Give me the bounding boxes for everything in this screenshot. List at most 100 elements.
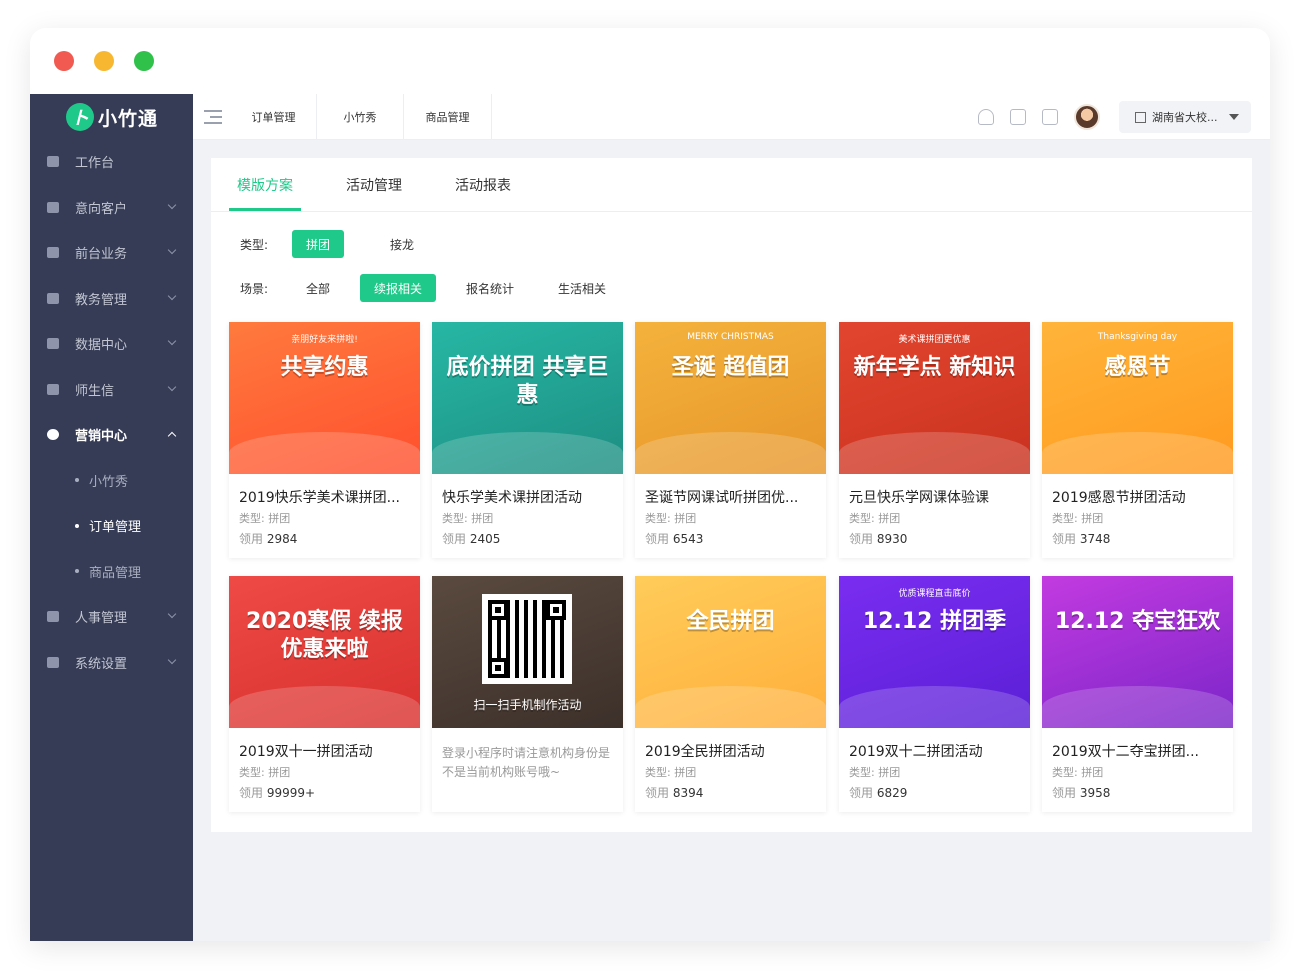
maximize-window-button[interactable] [134, 51, 154, 71]
illustration-decoration [839, 686, 1030, 728]
type-option-relay[interactable]: 接龙 [376, 230, 428, 258]
building-icon [1135, 111, 1146, 123]
top-bar: 订单管理 小竹秀 商品管理 湖南省大校... [193, 94, 1270, 140]
template-thumbnail: 2020寒假 续报优惠来啦 [229, 576, 420, 728]
template-usage-count: 领用 8394 [645, 784, 703, 801]
template-card[interactable]: 亲朋好友来拼啦! 共享约惠 2019快乐学美术课拼团... 类型: 拼团 领用 2984 [229, 322, 420, 558]
template-type: 类型: 拼团 [1052, 766, 1104, 779]
template-thumbnail: 全民拼团 [635, 576, 826, 728]
template-type: 类型: 拼团 [442, 512, 494, 525]
sidebar-item-prospects[interactable]: 意向客户 [30, 185, 193, 231]
template-art-title: 12.12 夺宝狂欢 [1054, 609, 1221, 634]
sidebar-subitem-xiaozhuxiu[interactable]: 小竹秀 [30, 458, 193, 504]
sidebar-subitem-products[interactable]: 商品管理 [30, 549, 193, 595]
sidebar-item-messages[interactable]: 师生信 [30, 367, 193, 413]
tab-activity-report[interactable]: 活动报表 [455, 158, 511, 212]
illustration-decoration [229, 686, 420, 728]
template-title: 2019双十二夺宝拼团... [1052, 744, 1199, 760]
template-card[interactable]: 全民拼团 2019全民拼团活动 类型: 拼团 领用 8394 [635, 576, 826, 812]
type-option-group-buy[interactable]: 拼团 [292, 230, 345, 258]
login-notice: 登录小程序时请注意机构身份是不是当前机构账号哦~ [442, 746, 611, 779]
template-card[interactable]: MERRY CHRISTMAS 圣诞 超值团 圣诞节网课试听拼团优... 类型: 拼团… [635, 322, 826, 558]
tab-activity-management[interactable]: 活动管理 [346, 158, 402, 212]
template-type: 类型: 拼团 [849, 766, 901, 779]
collapse-menu-icon[interactable] [204, 110, 222, 124]
template-usage-count: 领用 3958 [1052, 784, 1110, 801]
sidebar-item-label: 人事管理 [75, 611, 128, 627]
template-art-title: 全民拼团 [686, 609, 775, 634]
window-titlebar [30, 28, 1270, 94]
top-tab-products[interactable]: 商品管理 [404, 94, 492, 140]
template-title: 2019双十一拼团活动 [239, 744, 373, 760]
template-thumbnail: 美术课拼团更优惠 新年学点 新知识 [839, 322, 1030, 474]
sidebar-subitem-label: 订单管理 [89, 520, 142, 536]
scene-option-life[interactable]: 生活相关 [544, 274, 620, 302]
chat-icon[interactable] [1010, 109, 1026, 125]
desk-icon [47, 247, 59, 259]
template-card[interactable]: Thanksgiving day 感恩节 2019感恩节拼团活动 类型: 拼团 领用 3… [1042, 322, 1233, 558]
sidebar-item-hr[interactable]: 人事管理 [30, 594, 193, 640]
book-icon [47, 292, 59, 304]
template-type: 类型: 拼团 [1052, 512, 1104, 525]
sidebar-item-academic[interactable]: 教务管理 [30, 276, 193, 322]
minimize-window-button[interactable] [94, 51, 114, 71]
org-select[interactable]: 湖南省大校... [1119, 101, 1251, 133]
chart-icon [47, 338, 59, 350]
top-tab-orders[interactable]: 订单管理 [231, 94, 317, 140]
tab-templates[interactable]: 模版方案 [237, 158, 293, 212]
template-title: 元旦快乐学网课体验课 [849, 490, 989, 506]
app-window: ト 小竹通 工作台 意向客户 前台业务 教务管理 数据中心 师生信 营销中心 小… [30, 28, 1270, 941]
bullet-icon [75, 569, 79, 574]
template-art-title: 底价拼团 共享巨惠 [446, 355, 609, 408]
type-filter: 类型: 拼团 接龙 [240, 230, 444, 258]
scene-option-all[interactable]: 全部 [292, 274, 344, 302]
template-title: 快乐学美术课拼团活动 [442, 490, 582, 506]
illustration-decoration [1042, 686, 1233, 728]
bell-icon[interactable] [978, 109, 994, 125]
bullet-icon [75, 523, 79, 528]
template-art-title: 12.12 拼团季 [862, 609, 1007, 634]
message-icon [47, 383, 59, 395]
template-card[interactable]: 美术课拼团更优惠 新年学点 新知识 元旦快乐学网课体验课 类型: 拼团 领用 8930 [839, 322, 1030, 558]
illustration-decoration [229, 432, 420, 474]
template-type: 类型: 拼团 [849, 512, 901, 525]
usage-label: 领用 [849, 786, 874, 800]
template-art-subtitle: 美术课拼团更优惠 [898, 335, 971, 345]
sidebar-subitem-label: 商品管理 [89, 565, 142, 581]
template-thumbnail: MERRY CHRISTMAS 圣诞 超值团 [635, 322, 826, 474]
top-tab-xiaozhuxiu[interactable]: 小竹秀 [317, 94, 404, 140]
sidebar-item-label: 师生信 [75, 383, 115, 399]
panel-tabs: 模版方案 活动管理 活动报表 [211, 158, 1252, 212]
qr-caption: 扫一扫手机制作活动 [473, 698, 582, 712]
close-window-button[interactable] [54, 51, 74, 71]
template-card[interactable]: 2020寒假 续报优惠来啦 2019双十一拼团活动 类型: 拼团 领用 99999+ [229, 576, 420, 812]
sidebar-menu: 工作台 意向客户 前台业务 教务管理 数据中心 师生信 营销中心 小竹秀 订单管… [30, 139, 193, 685]
template-card[interactable]: 底价拼团 共享巨惠 快乐学美术课拼团活动 类型: 拼团 领用 2405 [432, 322, 623, 558]
logo[interactable]: ト 小竹通 [66, 102, 158, 132]
sidebar-item-front-desk[interactable]: 前台业务 [30, 230, 193, 276]
avatar[interactable] [1074, 104, 1100, 130]
pie-icon [47, 429, 59, 441]
sidebar-item-settings[interactable]: 系统设置 [30, 640, 193, 686]
template-title: 2019快乐学美术课拼团... [239, 490, 400, 506]
sidebar-subitem-orders[interactable]: 订单管理 [30, 503, 193, 549]
sidebar-item-data-center[interactable]: 数据中心 [30, 321, 193, 367]
usage-value: 8930 [876, 532, 908, 546]
template-thumbnail: 优质课程直击底价 12.12 拼团季 [839, 576, 1030, 728]
template-type: 类型: 拼团 [239, 766, 291, 779]
sidebar-item-workbench[interactable]: 工作台 [30, 139, 193, 185]
usage-value: 2405 [469, 532, 501, 546]
scene-option-renewal[interactable]: 续报相关 [360, 274, 437, 302]
usage-value: 99999+ [266, 786, 316, 800]
sidebar-item-marketing[interactable]: 营销中心 [30, 412, 193, 458]
scene-option-enroll-stats[interactable]: 报名统计 [452, 274, 528, 302]
template-card[interactable]: 优质课程直击底价 12.12 拼团季 2019双十二拼团活动 类型: 拼团 领用 682… [839, 576, 1030, 812]
template-card[interactable]: 扫一扫手机制作活动登录小程序时请注意机构身份是不是当前机构账号哦~ [432, 576, 623, 812]
usage-value: 3958 [1079, 786, 1111, 800]
sidebar-subitem-label: 小竹秀 [89, 474, 129, 490]
illustration-decoration [1042, 432, 1233, 474]
template-art-subtitle: MERRY CHRISTMAS [687, 332, 774, 342]
help-icon[interactable] [1042, 109, 1058, 125]
template-thumbnail: 底价拼团 共享巨惠 [432, 322, 623, 474]
template-card[interactable]: 12.12 夺宝狂欢 2019双十二夺宝拼团... 类型: 拼团领用 3958 [1042, 576, 1233, 812]
